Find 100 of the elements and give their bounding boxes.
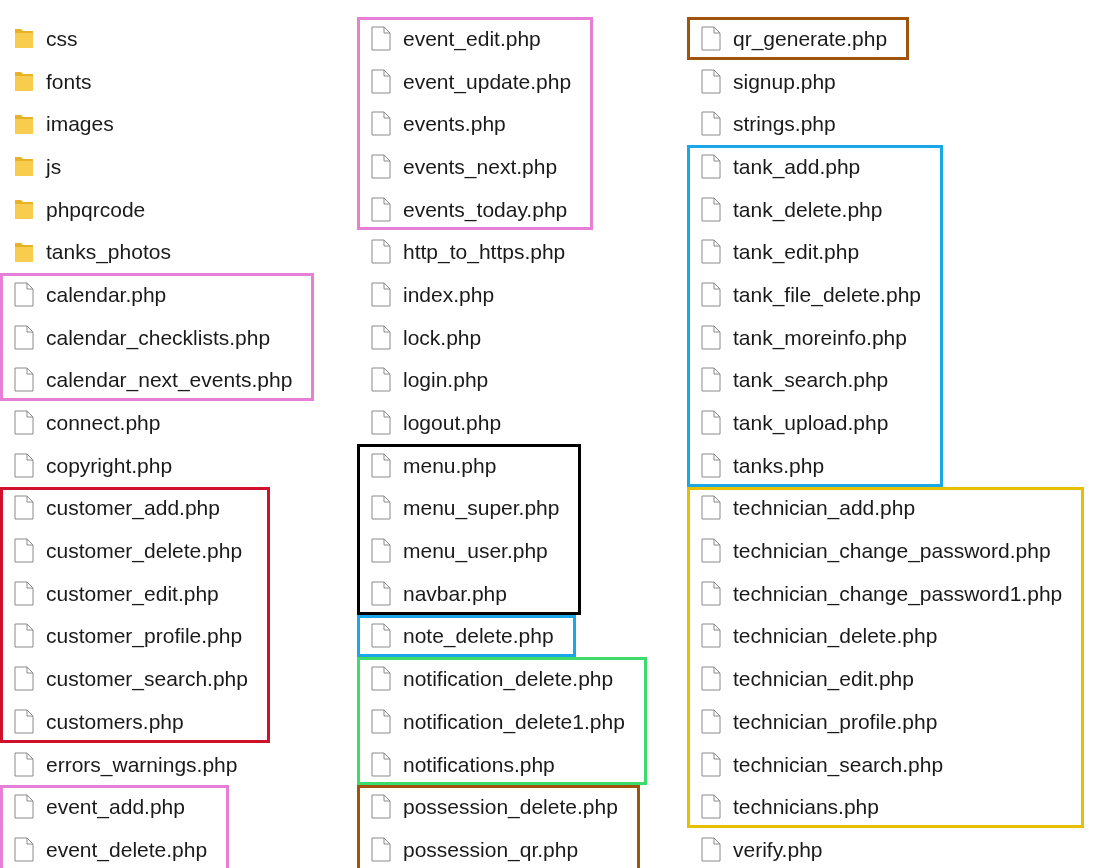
file-name[interactable]: technicians.php	[733, 796, 879, 818]
file-icon	[14, 410, 34, 436]
file-name[interactable]: connect.php	[46, 412, 161, 434]
file-name[interactable]: technician_add.php	[733, 497, 916, 519]
file-icon	[701, 111, 721, 137]
file-name[interactable]: possession_qr.php	[403, 838, 579, 860]
file-icon	[371, 367, 391, 393]
file-name[interactable]: events.php	[403, 113, 506, 135]
file-name[interactable]: customer_search.php	[46, 668, 248, 690]
file-name[interactable]: tank_search.php	[733, 369, 889, 391]
file-icon	[371, 538, 391, 564]
file-name[interactable]: logout.php	[403, 412, 502, 434]
file-name[interactable]: index.php	[403, 283, 495, 305]
file-icon	[371, 25, 391, 51]
file-icon	[14, 666, 34, 692]
file-name[interactable]: menu_user.php	[403, 540, 548, 562]
file-icon	[371, 836, 391, 862]
file-name[interactable]: calendar_next_events.php	[46, 369, 293, 391]
file-name[interactable]: login.php	[403, 369, 489, 391]
file-name[interactable]: notification_delete1.php	[403, 710, 625, 732]
file-icon	[371, 111, 391, 137]
file-name[interactable]: errors_warnings.php	[46, 753, 238, 775]
file-name[interactable]: tank_add.php	[733, 155, 861, 177]
file-name[interactable]: calendar_checklists.php	[46, 326, 271, 348]
file-icon	[701, 68, 721, 94]
file-icon	[701, 324, 721, 350]
file-name[interactable]: copyright.php	[46, 454, 173, 476]
folder-icon	[14, 155, 34, 178]
file-icon	[371, 495, 391, 521]
file-icon	[371, 452, 391, 478]
file-icon	[14, 623, 34, 649]
file-name[interactable]: css	[46, 27, 78, 49]
file-icon	[371, 580, 391, 606]
file-name[interactable]: images	[46, 113, 114, 135]
file-name[interactable]: lock.php	[403, 326, 482, 348]
file-icon	[14, 836, 34, 862]
file-icon	[701, 239, 721, 265]
file-name[interactable]: event_edit.php	[403, 27, 541, 49]
file-name[interactable]: customer_add.php	[46, 497, 220, 519]
file-name[interactable]: menu_super.php	[403, 497, 560, 519]
file-name[interactable]: tanks_photos	[46, 241, 171, 263]
file-name[interactable]: note_delete.php	[403, 625, 554, 647]
file-name[interactable]: phpqrcode	[46, 198, 146, 220]
file-name[interactable]: menu.php	[403, 454, 497, 476]
file-icon	[371, 281, 391, 307]
file-name[interactable]: signup.php	[733, 70, 836, 92]
file-icon	[14, 452, 34, 478]
file-icon	[701, 623, 721, 649]
file-name[interactable]: strings.php	[733, 113, 836, 135]
file-name[interactable]: technician_profile.php	[733, 710, 938, 732]
file-name[interactable]: verify.php	[733, 838, 823, 860]
file-icon	[14, 281, 34, 307]
file-name[interactable]: tank_moreinfo.php	[733, 326, 907, 348]
folder-icon	[14, 27, 34, 50]
file-icon	[701, 751, 721, 777]
file-icon	[701, 281, 721, 307]
file-icon	[701, 836, 721, 862]
file-icon	[701, 25, 721, 51]
folder-icon	[14, 70, 34, 93]
file-name[interactable]: technician_change_password.php	[733, 540, 1051, 562]
file-name[interactable]: notifications.php	[403, 753, 555, 775]
file-name[interactable]: technician_search.php	[733, 753, 944, 775]
file-name[interactable]: events_today.php	[403, 198, 568, 220]
file-name[interactable]: tank_delete.php	[733, 198, 883, 220]
file-name[interactable]: technician_delete.php	[733, 625, 938, 647]
file-icon	[701, 367, 721, 393]
file-icon	[371, 410, 391, 436]
folder-icon	[14, 112, 34, 135]
file-name[interactable]: possession_delete.php	[403, 796, 618, 818]
file-icon	[701, 452, 721, 478]
file-icon	[701, 153, 721, 179]
file-icon	[14, 708, 34, 734]
file-name[interactable]: customer_delete.php	[46, 540, 243, 562]
file-name[interactable]: calendar.php	[46, 283, 167, 305]
file-name[interactable]: event_delete.php	[46, 838, 208, 860]
file-name[interactable]: event_update.php	[403, 70, 572, 92]
file-name[interactable]: tank_upload.php	[733, 412, 889, 434]
file-name[interactable]: customers.php	[46, 710, 184, 732]
file-icon	[14, 495, 34, 521]
file-name[interactable]: http_to_https.php	[403, 241, 566, 263]
file-icon	[701, 666, 721, 692]
file-name[interactable]: events_next.php	[403, 155, 558, 177]
file-icon	[701, 410, 721, 436]
file-icon	[371, 324, 391, 350]
file-icon	[701, 538, 721, 564]
file-name[interactable]: qr_generate.php	[733, 27, 888, 49]
file-name[interactable]: event_add.php	[46, 796, 185, 818]
file-name[interactable]: technician_change_password1.php	[733, 582, 1063, 604]
file-icon	[701, 495, 721, 521]
file-name[interactable]: tanks.php	[733, 454, 825, 476]
file-name[interactable]: notification_delete.php	[403, 668, 614, 690]
file-name[interactable]: fonts	[46, 70, 92, 92]
file-name[interactable]: customer_edit.php	[46, 582, 219, 604]
file-name[interactable]: tank_edit.php	[733, 241, 860, 263]
file-icon	[14, 538, 34, 564]
file-name[interactable]: navbar.php	[403, 582, 507, 604]
file-name[interactable]: technician_edit.php	[733, 668, 914, 690]
file-name[interactable]: tank_file_delete.php	[733, 283, 921, 305]
file-name[interactable]: js	[46, 155, 62, 177]
file-name[interactable]: customer_profile.php	[46, 625, 243, 647]
